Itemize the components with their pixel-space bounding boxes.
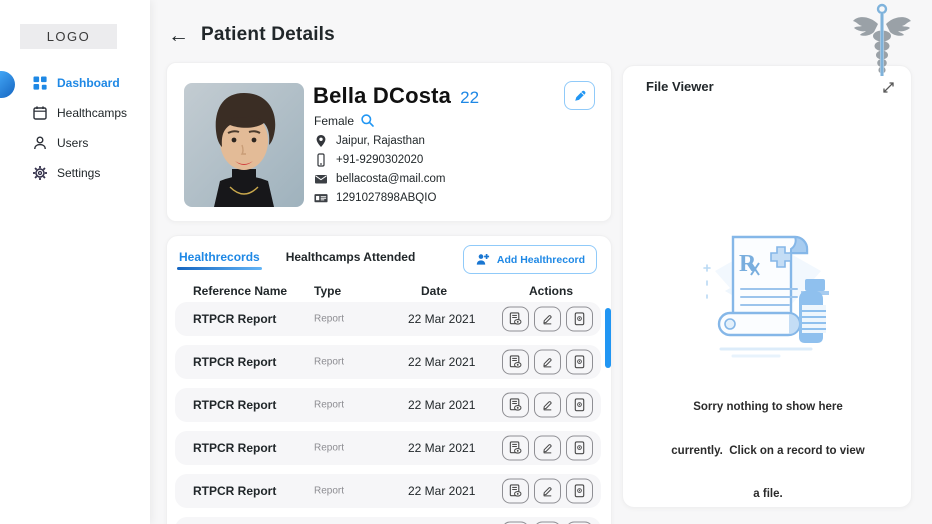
record-reference-name: RTPCR Report (193, 484, 277, 498)
record-type: Report (314, 485, 345, 497)
record-date: 22 Mar 2021 (408, 484, 476, 498)
empty-state-illustration: R (693, 213, 843, 365)
file-viewer-panel: File Viewer R Sorry nothing to show here… (622, 65, 912, 508)
location-pin-icon (314, 134, 328, 148)
record-date: 22 Mar 2021 (408, 355, 476, 369)
table-row[interactable]: RTPCR Report Report 22 Mar 2021 (175, 431, 601, 465)
page-title: Patient Details (201, 24, 335, 45)
svg-text:R: R (739, 251, 757, 277)
file-viewer-title: File Viewer (646, 79, 714, 94)
patient-phone: +91-9290302020 (336, 154, 424, 166)
column-header-reference-name: Reference Name (193, 284, 288, 298)
table-row[interactable]: RTPCR Report Report 22 Mar 2021 (175, 474, 601, 508)
table-row[interactable]: RTPCR Report Report 22 Mar 2021 (175, 388, 601, 422)
patient-gender: Female (314, 113, 355, 128)
file-record-button[interactable] (566, 435, 593, 461)
records-tabs: Healthrecords Healthcamps Attended (177, 248, 417, 270)
view-record-button[interactable] (502, 392, 529, 418)
dashboard-icon (32, 75, 48, 91)
user-icon (32, 135, 48, 151)
empty-message-line: Sorry nothing to show here (693, 401, 843, 413)
column-header-date: Date (421, 284, 448, 298)
table-row[interactable]: RTPCR Report Report 22 Mar 2021 (175, 302, 601, 336)
file-record-button[interactable] (566, 349, 593, 375)
patient-id-row: 1291027898ABQIO (314, 191, 436, 205)
file-record-button[interactable] (566, 478, 593, 504)
add-record-icon (475, 252, 490, 267)
record-reference-name: RTPCR Report (193, 398, 277, 412)
empty-state-message: Sorry nothing to show here currently. Cl… (653, 371, 883, 524)
app-logo: LOGO (20, 24, 117, 49)
phone-icon (314, 153, 328, 167)
record-date: 22 Mar 2021 (408, 312, 476, 326)
edit-record-button[interactable] (534, 478, 561, 504)
mail-icon (314, 172, 328, 186)
search-icon[interactable] (360, 113, 375, 128)
column-header-type: Type (314, 284, 342, 298)
record-type: Report (314, 356, 345, 368)
app-window: LOGO Dashboard Healthcamps Users Setting… (0, 0, 932, 524)
edit-record-button[interactable] (534, 306, 561, 332)
record-reference-name: RTPCR Report (193, 312, 277, 326)
caduceus-icon (850, 2, 914, 78)
record-type: Report (314, 313, 345, 325)
add-healthrecord-button[interactable]: Add Healthrecord (462, 245, 597, 274)
add-healthrecord-label: Add Healthrecord (496, 253, 585, 266)
patient-photo (184, 83, 304, 207)
gear-icon (32, 165, 48, 181)
record-reference-name: RTPCR Report (193, 355, 277, 369)
edit-record-button[interactable] (534, 349, 561, 375)
view-record-button[interactable] (502, 478, 529, 504)
sidebar-item-users[interactable]: Users (0, 128, 150, 158)
healthrecords-card: Healthrecords Healthcamps Attended Add H… (166, 235, 612, 524)
empty-message-line: currently. Click on a record to view (671, 444, 865, 457)
record-reference-name: RTPCR Report (193, 441, 277, 455)
patient-name: Bella DCosta (313, 83, 452, 108)
sidebar-item-label: Healthcamps (57, 106, 128, 120)
record-type: Report (314, 399, 345, 411)
tab-healthrecords[interactable]: Healthrecords (177, 248, 262, 270)
edit-record-button[interactable] (534, 435, 561, 461)
tab-healthcamps-attended[interactable]: Healthcamps Attended (284, 248, 418, 270)
record-type: Report (314, 442, 345, 454)
patient-details-card: Bella DCosta 22 Female Jaipur, Rajasthan (166, 62, 612, 222)
page-header: ← Patient Details (168, 24, 335, 46)
patient-location-row: Jaipur, Rajasthan (314, 134, 425, 148)
table-row[interactable]: RTPCR Report Report 22 Mar 2021 (175, 517, 601, 524)
id-card-icon (314, 191, 328, 205)
sidebar: LOGO Dashboard Healthcamps Users Setting… (0, 0, 150, 524)
edit-record-button[interactable] (534, 392, 561, 418)
sidebar-item-settings[interactable]: Settings (0, 158, 150, 188)
patient-email: bellacosta@mail.com (336, 173, 446, 185)
sidebar-item-healthcamps[interactable]: Healthcamps (0, 98, 150, 128)
file-record-button[interactable] (566, 306, 593, 332)
record-date: 22 Mar 2021 (408, 398, 476, 412)
sidebar-item-label: Dashboard (57, 76, 120, 90)
record-date: 22 Mar 2021 (408, 441, 476, 455)
sidebar-item-dashboard[interactable]: Dashboard (0, 68, 150, 98)
view-record-button[interactable] (502, 349, 529, 375)
view-record-button[interactable] (502, 435, 529, 461)
table-row[interactable]: RTPCR Report Report 22 Mar 2021 (175, 345, 601, 379)
view-record-button[interactable] (502, 306, 529, 332)
patient-gender-row: Female (314, 113, 375, 128)
patient-location: Jaipur, Rajasthan (336, 135, 425, 147)
calendar-icon (32, 105, 48, 121)
back-arrow-icon[interactable]: ← (168, 25, 189, 46)
patient-email-row: bellacosta@mail.com (314, 172, 445, 186)
patient-phone-row: +91-9290302020 (314, 153, 423, 167)
pencil-icon (572, 88, 588, 104)
sidebar-nav: Dashboard Healthcamps Users Settings (0, 68, 150, 188)
empty-message-line: a file. (753, 488, 783, 500)
records-table-header: Reference Name Type Date Actions (167, 284, 611, 302)
expand-icon[interactable] (880, 79, 898, 97)
sidebar-item-label: Users (57, 136, 89, 150)
file-record-button[interactable] (566, 392, 593, 418)
sidebar-item-label: Settings (57, 166, 101, 180)
patient-age: 22 (460, 88, 480, 107)
column-header-actions: Actions (529, 284, 574, 298)
records-scrollbar[interactable] (605, 308, 611, 368)
patient-id-number: 1291027898ABQIO (336, 192, 437, 204)
edit-patient-button[interactable] (564, 81, 595, 110)
